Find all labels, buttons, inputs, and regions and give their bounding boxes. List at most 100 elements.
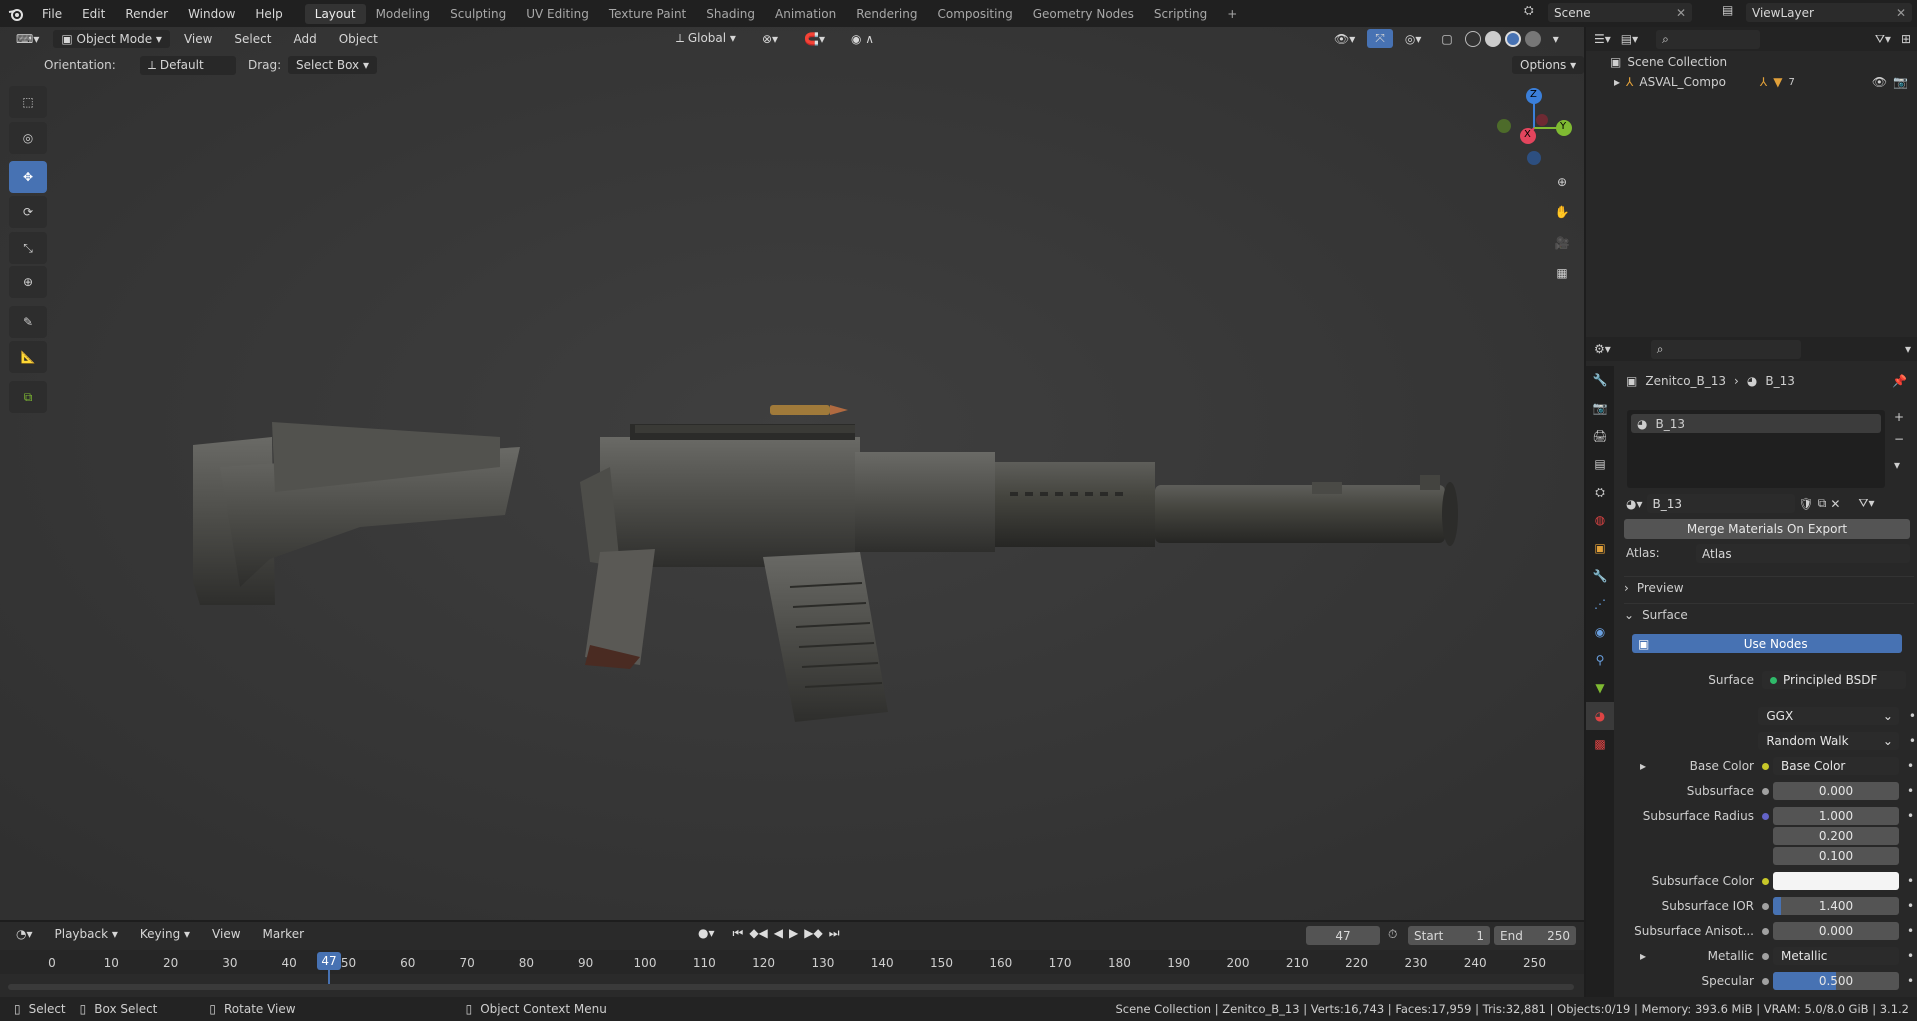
timeline-view-menu[interactable]: View <box>204 925 248 943</box>
scene-tab-icon[interactable]: ⛭ <box>1586 478 1614 506</box>
data-tab-icon[interactable]: ▼ <box>1586 674 1614 702</box>
distribution-dropdown[interactable]: GGX ⌄ <box>1758 707 1899 725</box>
menu-file[interactable]: File <box>32 7 72 21</box>
next-keyframe-icon[interactable]: ▶◆ <box>804 926 822 941</box>
dropdown-icon[interactable]: ▾ <box>1905 342 1911 356</box>
solid-shading-icon[interactable] <box>1484 30 1501 47</box>
surface-shader-field[interactable]: Principled BSDF <box>1762 671 1906 689</box>
clock-editor-icon[interactable]: ◔▾ <box>8 925 41 943</box>
merge-materials-button[interactable]: Merge Materials On Export <box>1624 519 1910 539</box>
color-swatch[interactable] <box>1773 872 1899 890</box>
material-filter-icon[interactable]: ⛛▾ <box>1858 496 1874 511</box>
linked-input-field[interactable]: Metallic <box>1773 947 1899 965</box>
keying-menu[interactable]: Keying ▾ <box>132 925 198 943</box>
slot-menu-icon[interactable]: ▾ <box>1894 458 1900 472</box>
pivot-icon[interactable]: ⊗▾ <box>754 30 786 48</box>
close-icon[interactable]: ✕ <box>1676 6 1686 20</box>
close-icon[interactable]: ✕ <box>1896 6 1906 20</box>
scene-field[interactable]: Scene ✕ <box>1548 3 1692 22</box>
pin-icon[interactable]: 📌 <box>1892 374 1907 388</box>
select-box-tool[interactable]: ⬚ <box>9 86 47 118</box>
duplicate-icon[interactable]: ⧉ <box>1818 496 1827 511</box>
menu-add[interactable]: Add <box>285 30 324 48</box>
scene-icon[interactable]: ⛭ <box>1524 3 1542 22</box>
keyframe-dot-icon[interactable]: • <box>1909 734 1916 748</box>
marker-menu[interactable]: Marker <box>255 925 312 943</box>
number-field[interactable]: 0.200 <box>1773 827 1899 845</box>
browse-material-icon[interactable]: ◕▾ <box>1626 497 1643 511</box>
view-layer-tab-icon[interactable]: ▤ <box>1586 450 1614 478</box>
keyframe-dot-icon[interactable]: • <box>1907 899 1914 913</box>
overlay-icon[interactable]: ◎▾ <box>1397 30 1430 48</box>
viewlayer-field[interactable]: ViewLayer ✕ <box>1746 3 1912 22</box>
keyframe-dot-icon[interactable]: • <box>1907 874 1914 888</box>
menu-help[interactable]: Help <box>245 7 292 21</box>
workspace-tab-texture-paint[interactable]: Texture Paint <box>599 4 696 24</box>
filter-icon[interactable]: ⛛▾ <box>1875 32 1891 47</box>
add-cube-tool[interactable]: ⧉ <box>9 381 47 413</box>
properties-editor-icon[interactable]: ⚙▾ <box>1594 342 1611 356</box>
menu-object[interactable]: Object <box>331 30 386 48</box>
number-field[interactable]: 0.500 <box>1773 972 1899 990</box>
unlink-icon[interactable]: ✕ <box>1830 497 1840 511</box>
snap-icon[interactable]: 🧲▾ <box>796 30 833 48</box>
editor-type-icon[interactable]: ⌨▾ <box>8 30 47 48</box>
material-name-field[interactable]: B_13 <box>1646 494 1795 513</box>
keyframe-dot-icon[interactable]: • <box>1907 949 1914 963</box>
tool-tab-icon[interactable]: 🔧 <box>1586 366 1614 394</box>
material-slot-item[interactable]: ◕ B_13 <box>1631 414 1881 433</box>
number-field[interactable]: 1.400 <box>1773 897 1899 915</box>
world-tab-icon[interactable]: ◍ <box>1586 506 1614 534</box>
add-slot-icon[interactable]: + <box>1894 410 1904 424</box>
outliner-editor-icon[interactable]: ☰▾ <box>1594 32 1611 46</box>
move-tool[interactable]: ✥ <box>9 161 47 193</box>
preview-panel-header[interactable]: › Preview <box>1624 576 1914 598</box>
number-field[interactable]: 0.000 <box>1773 782 1899 800</box>
expand-arrow-icon[interactable]: ▸ <box>1640 949 1646 963</box>
rotate-tool[interactable]: ⟳ <box>9 196 47 228</box>
constraints-tab-icon[interactable]: ⚲ <box>1586 646 1614 674</box>
measure-tool[interactable]: 📐 <box>9 341 47 373</box>
jump-start-icon[interactable]: ⏮ <box>733 926 744 941</box>
material-tab-icon[interactable]: ◕ <box>1586 702 1614 730</box>
eye-icon[interactable]: 👁 <box>1872 75 1887 89</box>
number-field[interactable]: 0.100 <box>1773 847 1899 865</box>
transform-orientation-dropdown[interactable]: ⟂ Global ▾ <box>668 29 744 48</box>
viewlayer-icon[interactable]: ▤ <box>1722 3 1740 22</box>
outliner-search-input[interactable]: ⌕ <box>1656 29 1761 49</box>
menu-render[interactable]: Render <box>115 7 178 21</box>
render-camera-icon[interactable]: 📷 <box>1893 75 1908 89</box>
start-frame-field[interactable]: Start 1 <box>1408 926 1490 945</box>
wireframe-shading-icon[interactable] <box>1464 30 1481 47</box>
socket-icon[interactable] <box>1762 952 1769 960</box>
linked-input-field[interactable]: Base Color <box>1773 757 1899 775</box>
orientation-dropdown[interactable]: ⟂ Default <box>140 56 236 75</box>
object-tab-icon[interactable]: ▣ <box>1586 534 1614 562</box>
particles-tab-icon[interactable]: ⋰ <box>1586 590 1614 618</box>
annotate-tool[interactable]: ✎ <box>9 306 47 338</box>
keyframe-dot-icon[interactable]: • <box>1907 784 1914 798</box>
playback-menu[interactable]: Playback ▾ <box>47 925 126 943</box>
material-shading-icon[interactable] <box>1504 30 1521 47</box>
socket-icon[interactable] <box>1762 762 1769 770</box>
prev-keyframe-icon[interactable]: ◆◀ <box>749 926 767 941</box>
workspace-tab-uv-editing[interactable]: UV Editing <box>516 4 599 24</box>
subsurface-method-dropdown[interactable]: Random Walk ⌄ <box>1758 732 1899 750</box>
socket-icon[interactable] <box>1762 787 1769 795</box>
shading-options-icon[interactable]: ▾ <box>1545 30 1567 48</box>
options-dropdown[interactable]: Options ▾ <box>1512 56 1585 74</box>
new-collection-icon[interactable]: ⊞ <box>1901 32 1911 46</box>
keyframe-dot-icon[interactable]: • <box>1907 924 1914 938</box>
workspace-tab-shading[interactable]: Shading <box>696 4 765 24</box>
workspace-tab-layout[interactable]: Layout <box>304 3 366 24</box>
display-mode-icon[interactable]: ▤▾ <box>1621 32 1638 46</box>
render-tab-icon[interactable]: 📷 <box>1586 394 1614 422</box>
scale-tool[interactable]: ⤡ <box>9 232 47 264</box>
playhead[interactable]: 47 <box>317 952 341 970</box>
rifle-model[interactable] <box>0 27 1584 920</box>
properties-search-input[interactable]: ⌕ <box>1650 339 1801 359</box>
socket-icon[interactable] <box>1762 927 1769 935</box>
keyframe-dot-icon[interactable]: • <box>1907 759 1914 773</box>
workspace-tab-modeling[interactable]: Modeling <box>366 4 441 24</box>
zoom-icon[interactable]: ⊕ <box>1549 169 1575 195</box>
